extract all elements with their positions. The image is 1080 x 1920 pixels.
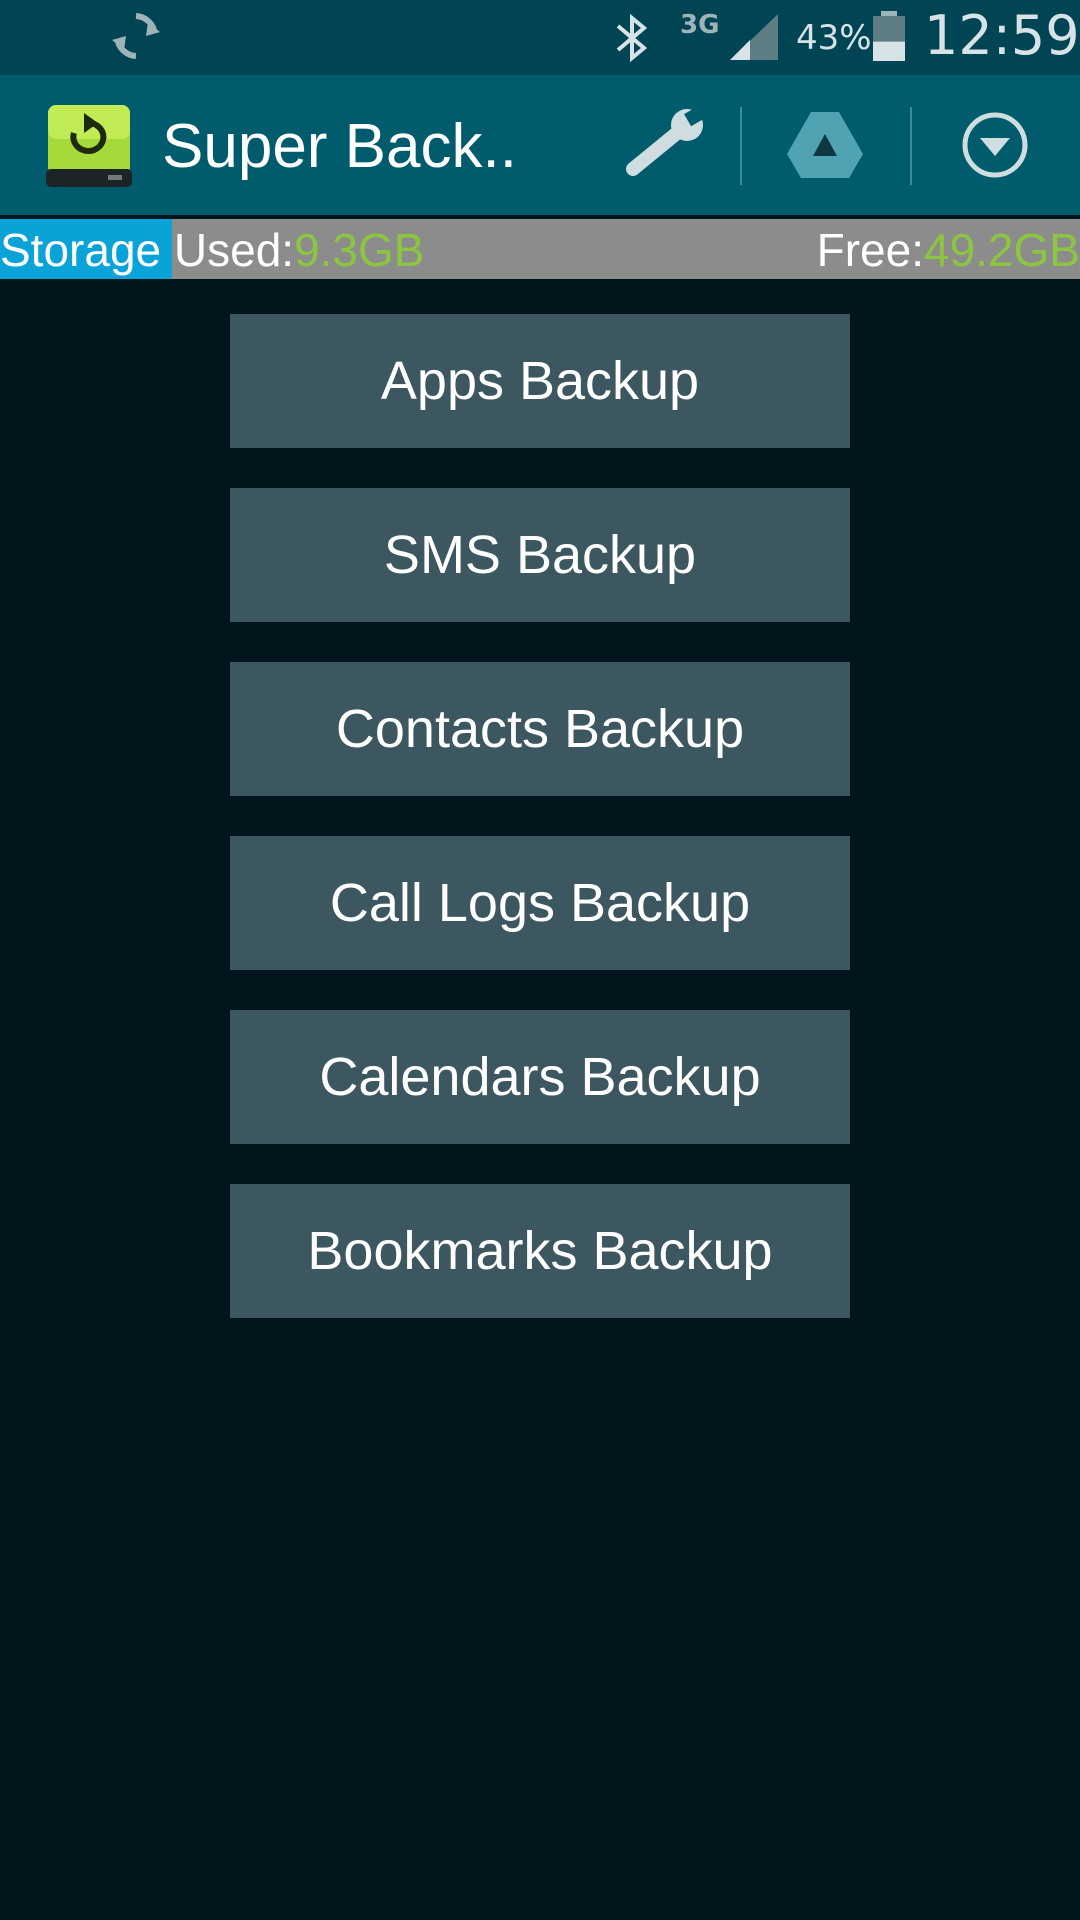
battery-percent: 43% — [796, 18, 872, 58]
wrench-icon — [626, 105, 709, 176]
storage-free-label: Free: — [816, 224, 924, 276]
apps-backup-button[interactable]: Apps Backup — [230, 314, 850, 448]
storage-bar: Storage Used:9.3GB Free:49.2GB — [0, 219, 1080, 279]
clock: 12:59 — [924, 4, 1080, 67]
overflow-menu-button[interactable] — [925, 75, 1065, 215]
action-divider — [910, 107, 912, 185]
calendars-backup-button[interactable]: Calendars Backup — [230, 1010, 850, 1144]
chevron-down-circle-icon — [962, 112, 1028, 178]
app-logo-icon[interactable] — [44, 103, 134, 189]
action-bar: Super Back.. — [0, 75, 1080, 215]
google-drive-icon — [787, 112, 863, 178]
settings-button[interactable] — [600, 75, 740, 215]
google-drive-button[interactable] — [755, 75, 895, 215]
signal-icon — [730, 14, 778, 60]
status-bar: 3G 43% 12:59 — [0, 0, 1080, 75]
screen: 3G 43% 12:59 Super Back.. Storage Used:9… — [0, 0, 1080, 1920]
bookmarks-backup-button[interactable]: Bookmarks Backup — [230, 1184, 850, 1318]
storage-used: Storage Used:9.3GB — [0, 223, 424, 277]
battery-icon — [873, 11, 905, 61]
sms-backup-button[interactable]: SMS Backup — [230, 488, 850, 622]
action-divider — [740, 107, 742, 185]
storage-used-value: 9.3GB — [294, 224, 425, 276]
network-type: 3G — [680, 10, 720, 40]
storage-free-value: 49.2GB — [924, 224, 1080, 276]
call-logs-backup-button[interactable]: Call Logs Backup — [230, 836, 850, 970]
contacts-backup-button[interactable]: Contacts Backup — [230, 662, 850, 796]
storage-free: Free:49.2GB — [817, 223, 1080, 277]
bluetooth-icon — [616, 13, 648, 63]
backup-button-list: Apps Backup SMS Backup Contacts Backup C… — [230, 314, 850, 1358]
sync-icon — [112, 13, 160, 59]
storage-used-label: Storage Used: — [0, 224, 295, 276]
app-title: Super Back.. — [162, 112, 517, 181]
